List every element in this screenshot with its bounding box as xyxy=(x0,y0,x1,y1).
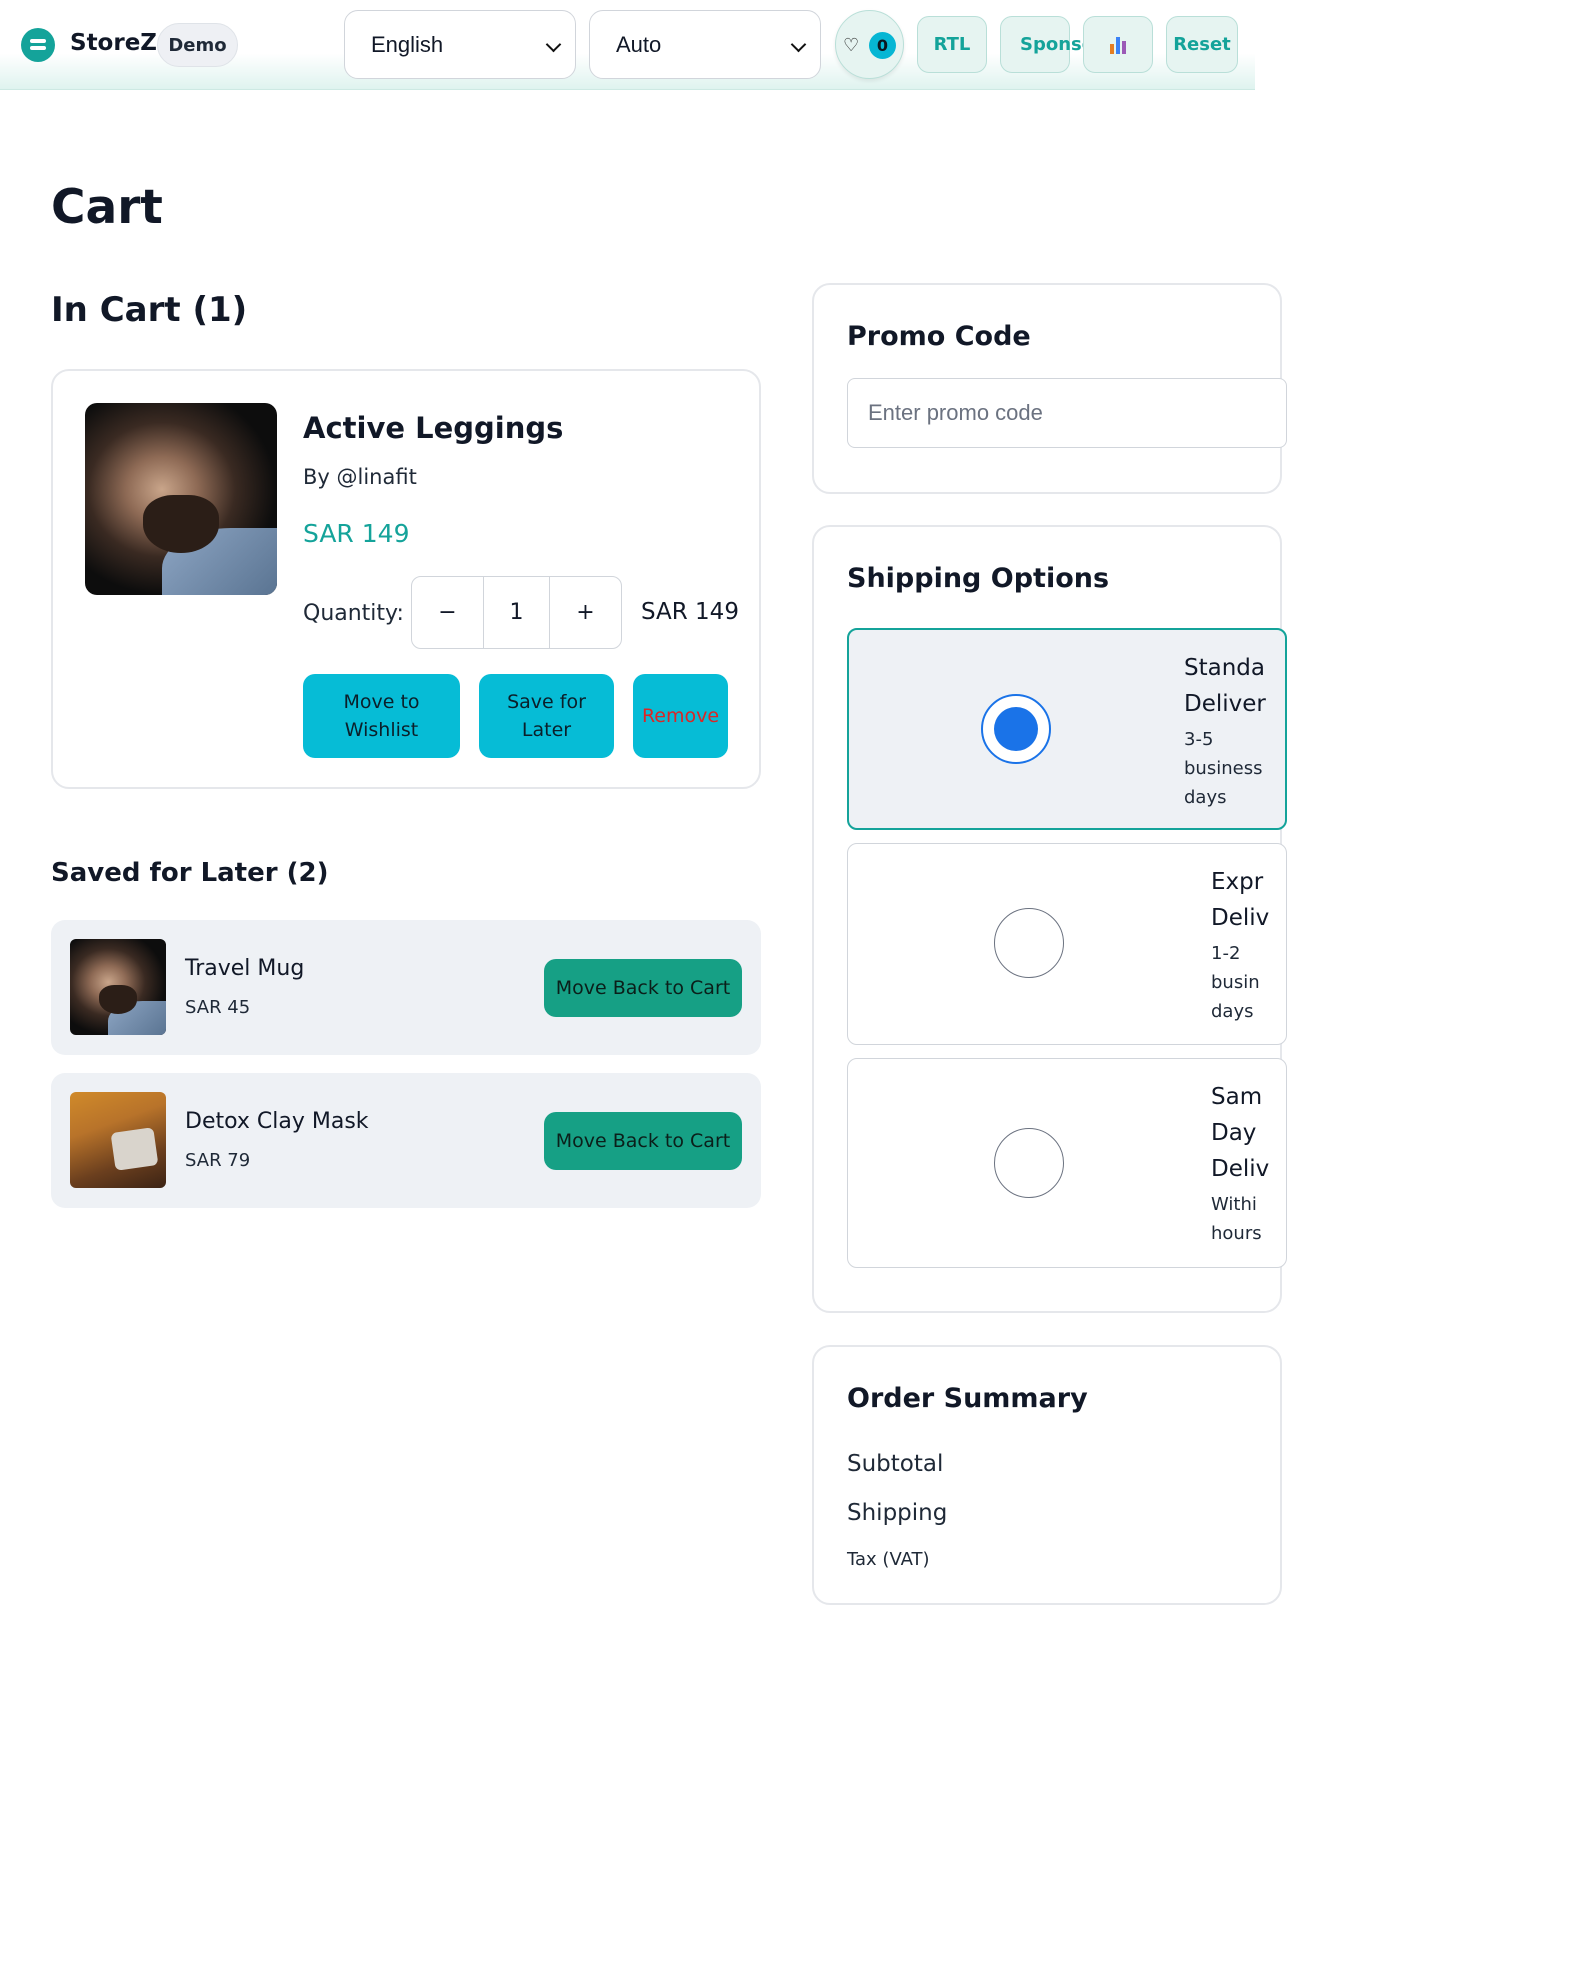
save-for-later-button[interactable]: Save for Later xyxy=(479,674,614,758)
wishlist-count-badge: 0 xyxy=(869,32,896,59)
option-desc-line: days xyxy=(1211,1001,1254,1022)
option-description: Withi hours xyxy=(1211,1190,1262,1248)
shipping-option-standard[interactable]: Standa Deliver 3-5 business days xyxy=(847,628,1287,830)
option-name: Sam Day Deliv xyxy=(1211,1079,1269,1187)
theme-select[interactable]: Auto xyxy=(589,10,821,79)
tax-label: Tax (VAT) xyxy=(847,1549,930,1570)
radio-standard-selected[interactable] xyxy=(981,694,1051,764)
option-desc-line: 1-2 xyxy=(1211,943,1241,964)
reset-button[interactable]: Reset xyxy=(1166,16,1238,73)
theme-select-value: Auto xyxy=(616,31,662,57)
button-label-line: Save for xyxy=(507,691,586,713)
radio-same-day[interactable] xyxy=(994,1128,1064,1198)
option-name-line: Deliver xyxy=(1184,691,1266,717)
storez-logo-icon[interactable] xyxy=(21,28,55,62)
chevron-down-icon xyxy=(545,36,562,53)
saved-item-name: Travel Mug xyxy=(185,956,305,981)
quantity-stepper: − 1 + xyxy=(411,576,622,649)
option-name: Expr Deliv xyxy=(1211,864,1269,936)
shipping-options-heading: Shipping Options xyxy=(847,563,1110,594)
saved-item-name: Detox Clay Mask xyxy=(185,1109,369,1134)
top-navbar: StoreZ Demo English Auto ♡ 0 RTL Sponsor… xyxy=(0,0,1255,90)
saved-item-price: SAR 45 xyxy=(185,997,251,1018)
option-desc-line: 3-5 xyxy=(1184,729,1214,750)
saved-item-image[interactable] xyxy=(70,1092,166,1188)
in-cart-heading: In Cart (1) xyxy=(51,290,248,330)
saved-item-image[interactable] xyxy=(70,939,166,1035)
move-back-to-cart-button[interactable]: Move Back to Cart xyxy=(544,1112,742,1170)
product-image[interactable] xyxy=(85,403,277,595)
option-name-line: Standa xyxy=(1184,655,1265,681)
cart-item-card: Active Leggings By @linafit SAR 149 Quan… xyxy=(51,369,761,789)
saved-item: Travel Mug SAR 45 Move Back to Cart xyxy=(51,920,761,1055)
promo-code-input[interactable]: Enter promo code xyxy=(847,378,1287,448)
shipping-options-panel: Shipping Options Standa Deliver 3-5 busi… xyxy=(812,525,1287,1313)
move-to-wishlist-button[interactable]: Move to Wishlist xyxy=(303,674,460,758)
bar-chart-icon xyxy=(1110,36,1126,54)
order-summary-heading: Order Summary xyxy=(847,1383,1088,1414)
language-select[interactable]: English xyxy=(344,10,576,79)
page-title: Cart xyxy=(51,180,163,235)
option-name-line: Deliv xyxy=(1211,1156,1270,1182)
order-summary-panel: Order Summary Subtotal Shipping Tax (VAT… xyxy=(812,1345,1282,1605)
chevron-down-icon xyxy=(790,36,807,53)
option-name: Standa Deliver xyxy=(1184,650,1266,722)
saved-item-price: SAR 79 xyxy=(185,1150,251,1171)
subtotal-label: Subtotal xyxy=(847,1451,944,1477)
button-label-line: Later xyxy=(521,719,572,741)
button-label-line: Move to xyxy=(343,691,420,713)
move-back-to-cart-button[interactable]: Move Back to Cart xyxy=(544,959,742,1017)
wishlist-button[interactable]: ♡ 0 xyxy=(835,10,904,79)
option-description: 3-5 business days xyxy=(1184,725,1262,812)
option-description: 1-2 busin days xyxy=(1211,939,1260,1026)
quantity-value[interactable]: 1 xyxy=(484,577,550,648)
product-name[interactable]: Active Leggings xyxy=(303,411,563,445)
option-desc-line: Withi xyxy=(1211,1194,1257,1215)
rtl-toggle-button[interactable]: RTL xyxy=(917,16,987,73)
button-label-line: Wishlist xyxy=(344,719,419,741)
option-name-line: Deliv xyxy=(1211,905,1270,931)
option-desc-line: days xyxy=(1184,787,1227,808)
saved-item: Detox Clay Mask SAR 79 Move Back to Cart xyxy=(51,1073,761,1208)
shipping-option-express[interactable]: Expr Deliv 1-2 busin days xyxy=(847,843,1287,1045)
product-price: SAR 149 xyxy=(303,519,410,548)
option-name-line: Sam xyxy=(1211,1084,1263,1110)
promo-code-heading: Promo Code xyxy=(847,321,1031,352)
demo-badge: Demo xyxy=(157,23,238,67)
product-seller: By @linafit xyxy=(303,465,417,489)
promo-code-panel: Promo Code Enter promo code xyxy=(812,283,1287,494)
option-name-line: Day xyxy=(1211,1120,1257,1146)
option-desc-line: busin xyxy=(1211,972,1260,993)
brand-name[interactable]: StoreZ xyxy=(70,30,157,56)
heart-icon: ♡ xyxy=(843,35,860,56)
option-desc-line: business xyxy=(1184,758,1263,779)
option-desc-line: hours xyxy=(1211,1223,1262,1244)
decrease-quantity-button[interactable]: − xyxy=(412,577,484,648)
sponsor-button[interactable]: Sponsor xyxy=(1000,16,1103,73)
stats-button[interactable] xyxy=(1083,16,1153,73)
increase-quantity-button[interactable]: + xyxy=(550,577,621,648)
shipping-label: Shipping xyxy=(847,1500,948,1526)
option-name-line: Expr xyxy=(1211,869,1264,895)
radio-express[interactable] xyxy=(994,908,1064,978)
shipping-option-same-day[interactable]: Sam Day Deliv Withi hours xyxy=(847,1058,1287,1268)
language-select-value: English xyxy=(371,31,444,57)
quantity-label: Quantity: xyxy=(303,601,404,626)
saved-for-later-heading: Saved for Later (2) xyxy=(51,858,329,888)
line-total: SAR 149 xyxy=(641,599,739,625)
remove-button[interactable]: Remove xyxy=(633,674,728,758)
